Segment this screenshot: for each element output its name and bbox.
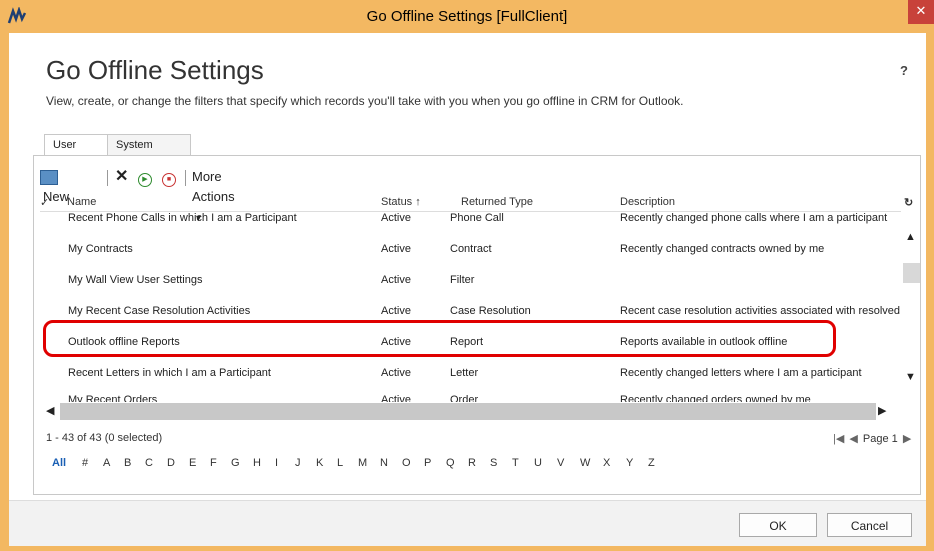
scroll-down-icon[interactable]: ▼	[905, 371, 916, 383]
delete-icon[interactable]: ✕	[115, 167, 128, 187]
row-type: Order	[450, 394, 479, 402]
ok-button[interactable]: OK	[739, 513, 817, 537]
row-status: Active	[381, 243, 411, 255]
alpha-filter-x[interactable]: X	[603, 457, 610, 469]
column-header-returned-type[interactable]: Returned Type	[461, 196, 533, 208]
horizontal-scrollbar[interactable]: ◀ ▶	[40, 402, 900, 420]
grid-rows: Recent Phone Calls in which I am a Parti…	[40, 212, 900, 402]
alpha-filter-hash[interactable]: #	[82, 457, 88, 469]
vertical-scroll-thumb[interactable]	[903, 263, 920, 283]
table-row[interactable]: My Wall View User Settings Active Filter	[40, 274, 900, 294]
table-row[interactable]: Recent Letters in which I am a Participa…	[40, 367, 900, 387]
alpha-filter-a[interactable]: A	[103, 457, 110, 469]
alpha-filter-f[interactable]: F	[210, 457, 217, 469]
toolbar-separator	[185, 170, 186, 186]
alpha-filter-j[interactable]: J	[295, 457, 301, 469]
row-description: Recently changed phone calls where I am …	[620, 212, 888, 224]
scroll-right-icon[interactable]: ▶	[878, 404, 886, 417]
alpha-filter-z[interactable]: Z	[648, 457, 655, 469]
column-header-name[interactable]: Name	[67, 196, 96, 208]
row-status: Active	[381, 305, 411, 317]
toolbar-separator	[107, 170, 108, 186]
alpha-filter-s[interactable]: S	[490, 457, 497, 469]
new-record-icon	[40, 170, 58, 186]
grid-header: ✓ Name Status ↑ Returned Type Descriptio…	[40, 195, 916, 212]
row-status: Active	[381, 394, 411, 402]
previous-page-icon[interactable]: ◀	[849, 433, 857, 445]
first-page-icon[interactable]: |◀	[833, 433, 844, 445]
alpha-filter-g[interactable]: G	[231, 457, 240, 469]
row-description: Recently changed orders owned by me	[620, 394, 811, 402]
alpha-filter-u[interactable]: U	[534, 457, 542, 469]
row-name[interactable]: My Contracts	[68, 243, 133, 255]
table-row[interactable]: Recent Phone Calls in which I am a Parti…	[40, 212, 900, 232]
pager: |◀ ◀ Page 1 ▶	[833, 432, 911, 445]
alpha-filter-b[interactable]: B	[124, 457, 131, 469]
alpha-filter-t[interactable]: T	[512, 457, 519, 469]
scroll-left-icon[interactable]: ◀	[46, 404, 54, 417]
close-button[interactable]: ✕	[908, 0, 934, 24]
window-title: Go Offline Settings [FullClient]	[366, 8, 568, 25]
cancel-button[interactable]: Cancel	[827, 513, 912, 537]
window-frame-right	[926, 33, 934, 551]
alpha-filter-v[interactable]: V	[557, 457, 564, 469]
page-title: Go Offline Settings	[46, 55, 264, 85]
tab-system-filters[interactable]: System Filters	[107, 134, 191, 172]
page-subtitle: View, create, or change the filters that…	[46, 94, 684, 108]
alpha-filter-o[interactable]: O	[402, 457, 411, 469]
deactivate-icon[interactable]: ■	[162, 167, 176, 187]
row-type: Filter	[450, 274, 475, 286]
next-page-icon[interactable]: ▶	[903, 433, 911, 445]
row-status: Active	[381, 274, 411, 286]
alpha-filter-l[interactable]: L	[337, 457, 343, 469]
help-button[interactable]: ?	[900, 63, 908, 78]
alpha-filter-w[interactable]: W	[580, 457, 590, 469]
title-bar: Go Offline Settings [FullClient] ✕	[0, 0, 934, 33]
row-type: Contract	[450, 243, 492, 255]
vertical-scrollbar[interactable]: ▲ ▼	[901, 211, 920, 403]
refresh-icon[interactable]: ↻	[904, 196, 913, 209]
row-description: Recently changed letters where I am a pa…	[620, 367, 862, 379]
table-row[interactable]: My Contracts Active Contract Recently ch…	[40, 243, 900, 263]
row-type: Phone Call	[450, 212, 504, 224]
alpha-filter-e[interactable]: E	[189, 457, 196, 469]
row-type: Case Resolution	[450, 305, 531, 317]
row-name[interactable]: My Recent Orders	[68, 394, 157, 402]
alpha-filter-k[interactable]: K	[316, 457, 323, 469]
alpha-filter-n[interactable]: N	[380, 457, 388, 469]
horizontal-scroll-thumb[interactable]	[60, 403, 876, 420]
table-row[interactable]: My Recent Orders Active Order Recently c…	[40, 394, 900, 402]
alpha-filter-d[interactable]: D	[167, 457, 175, 469]
row-highlight-annotation	[43, 320, 836, 357]
scroll-up-icon[interactable]: ▲	[905, 231, 916, 243]
alpha-filter-m[interactable]: M	[358, 457, 367, 469]
row-type: Letter	[450, 367, 479, 379]
row-name[interactable]: Recent Phone Calls in which I am a Parti…	[68, 212, 297, 224]
alpha-filter-c[interactable]: C	[145, 457, 153, 469]
window-frame-left	[0, 33, 9, 551]
record-count: 1 - 43 of 43 (0 selected)	[46, 432, 163, 444]
row-name[interactable]: My Recent Case Resolution Activities	[68, 305, 250, 317]
alpha-filter-p[interactable]: P	[424, 457, 431, 469]
column-header-description[interactable]: Description	[620, 196, 675, 208]
row-name[interactable]: Recent Letters in which I am a Participa…	[68, 367, 271, 379]
row-name[interactable]: My Wall View User Settings	[68, 274, 202, 286]
alpha-filter-y[interactable]: Y	[626, 457, 633, 469]
select-all-checkbox[interactable]: ✓	[40, 196, 49, 209]
activate-icon[interactable]: ▶	[138, 167, 152, 187]
row-status: Active	[381, 212, 411, 224]
alpha-filter-r[interactable]: R	[468, 457, 476, 469]
column-header-status[interactable]: Status ↑	[381, 196, 421, 208]
row-status: Active	[381, 367, 411, 379]
row-description: Recently changed contracts owned by me	[620, 243, 825, 255]
alpha-filter-i[interactable]: I	[275, 457, 278, 469]
row-description: Recent case resolution activities associ…	[620, 305, 900, 317]
alpha-filter-all[interactable]: All	[52, 457, 66, 469]
tab-user-filters[interactable]: User Filters	[44, 134, 108, 172]
alpha-filter-q[interactable]: Q	[446, 457, 455, 469]
page-label: Page 1	[862, 433, 898, 445]
alpha-filter-h[interactable]: H	[253, 457, 261, 469]
